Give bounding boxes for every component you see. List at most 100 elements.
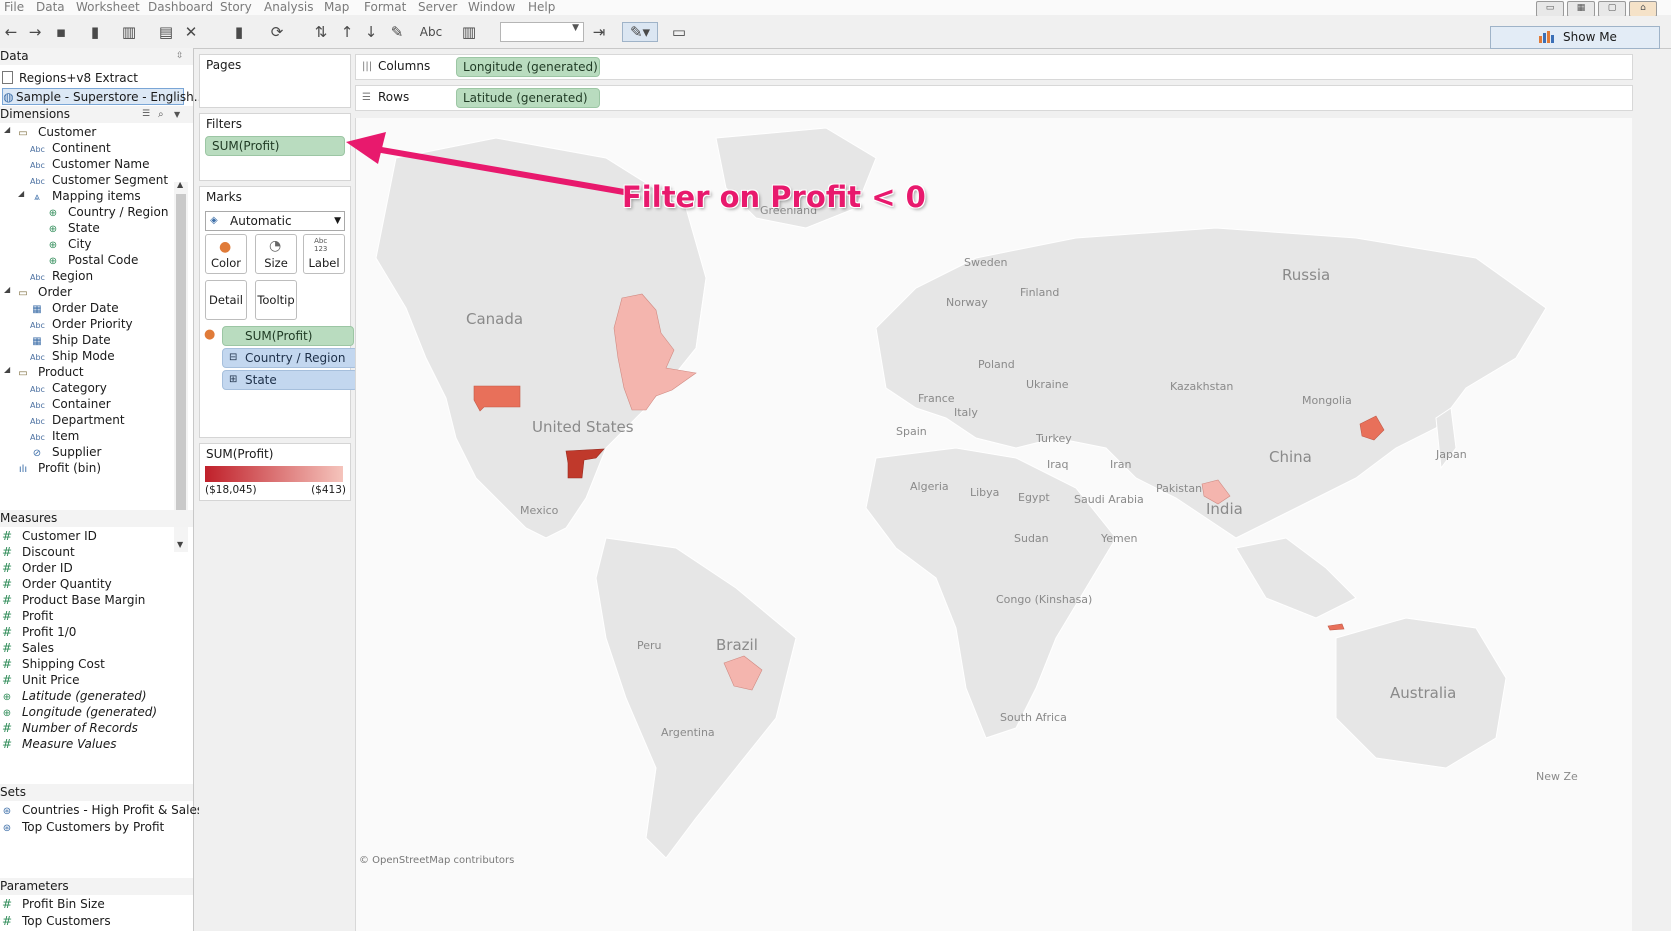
measure-field[interactable]: ⊕ Latitude (generated) [0, 688, 147, 705]
expand-triangle-icon[interactable]: ◢ [18, 189, 24, 198]
menu-data[interactable]: Data [36, 0, 65, 14]
dimension-field[interactable]: ılı Profit (bin) [16, 460, 101, 477]
columns-shelf[interactable]: ||| Columns Longitude (generated) [355, 54, 1633, 80]
dimension-field[interactable]: Abc Ship Mode [30, 348, 115, 365]
region-montana[interactable] [473, 385, 521, 412]
show-mark-labels-button[interactable]: Abc [416, 23, 446, 41]
measure-field[interactable]: # Shipping Cost [0, 656, 105, 673]
dimension-field[interactable]: Abc Department [30, 412, 125, 429]
menu-map[interactable]: Map [324, 0, 349, 14]
menu-dashboard[interactable]: Dashboard [148, 0, 213, 14]
search-icon[interactable]: ⌕ [158, 106, 164, 123]
dimension-field[interactable]: ⊕ Postal Code [46, 252, 139, 269]
dimension-field[interactable]: ▭ Customer [16, 124, 96, 141]
menu-analysis[interactable]: Analysis [264, 0, 313, 14]
datasource-regions-extract[interactable]: Regions+v8 Extract [2, 70, 138, 87]
menu-window[interactable]: Window [468, 0, 515, 14]
sheet-icon[interactable]: ▢ [1598, 1, 1626, 17]
refresh-icon[interactable]: ⟳ [266, 23, 288, 41]
filters-shelf[interactable]: Filters SUM(Profit) [199, 113, 351, 181]
chevron-down-icon[interactable]: ▼ [174, 106, 180, 123]
sort-descending-icon[interactable]: ↓ [360, 23, 382, 41]
chart-type-icon[interactable]: ▥ [458, 23, 480, 41]
dimension-field[interactable]: ⊕ City [46, 236, 92, 253]
mark-type-dropdown[interactable]: ◈ Automatic ▼ [205, 211, 345, 231]
dimension-field[interactable]: Abc Continent [30, 140, 111, 157]
dimension-field[interactable]: ⊕ Country / Region [46, 204, 169, 221]
color-button[interactable]: ● Color [205, 234, 247, 274]
param-profit-bin-size[interactable]: # Profit Bin Size [0, 896, 105, 913]
marks-pill-state[interactable]: ⊞ State [222, 370, 358, 390]
redo-icon[interactable]: → [24, 23, 46, 41]
measure-field[interactable]: # Profit 1/0 [0, 624, 76, 641]
dimension-field[interactable]: ▭ Order [16, 284, 72, 301]
menu-help[interactable]: Help [528, 0, 555, 14]
measure-field[interactable]: # Order ID [0, 560, 73, 577]
expand-triangle-icon[interactable]: ◢ [4, 285, 10, 294]
measure-field[interactable]: # Customer ID [0, 528, 97, 545]
sort-ascending-icon[interactable]: ↑ [336, 23, 358, 41]
new-sheet-icon[interactable]: ▥ [118, 23, 140, 41]
dimension-field[interactable]: Abc Container [30, 396, 111, 413]
marks-pill-sum-profit[interactable]: SUM(Profit) [222, 326, 354, 346]
menu-worksheet[interactable]: Worksheet [76, 0, 140, 14]
expand-icon[interactable]: ⊞ [229, 371, 237, 389]
grid-view-icon[interactable]: ▦ [1567, 1, 1595, 17]
save-icon[interactable]: ▪ [50, 23, 72, 41]
annotate-icon[interactable]: ✎▾ [622, 22, 658, 42]
menu-story[interactable]: Story [220, 0, 252, 14]
fix-axes-icon[interactable]: ⇥ [588, 23, 610, 41]
dimension-field[interactable]: Abc Category [30, 380, 107, 397]
swap-icon[interactable]: ⇅ [310, 23, 332, 41]
set-countries-high-profit[interactable]: ⊛ Countries - High Profit & Sales [0, 802, 203, 819]
dimensions-scrollbar[interactable]: ▲ ▼ [174, 180, 188, 552]
duplicate-sheet-icon[interactable]: ▤ [155, 23, 177, 41]
measure-field[interactable]: # Profit [0, 608, 53, 625]
color-legend[interactable]: SUM(Profit) ($18,045) ($413) [199, 443, 351, 501]
expand-triangle-icon[interactable]: ◢ [4, 125, 10, 134]
menu-server[interactable]: Server [418, 0, 457, 14]
pause-update-icon[interactable]: ▮ [228, 23, 250, 41]
scrollbar-thumb[interactable] [176, 194, 186, 524]
measure-field[interactable]: ⊕ Longitude (generated) [0, 704, 157, 721]
show-me-button[interactable]: Show Me [1490, 26, 1660, 49]
dimension-field[interactable]: Abc Customer Segment [30, 172, 168, 189]
marks-pill-country-region[interactable]: ⊟ Country / Region [222, 348, 358, 368]
measure-field[interactable]: # Sales [0, 640, 54, 657]
undo-icon[interactable]: ← [0, 23, 22, 41]
columns-pill-longitude[interactable]: Longitude (generated) [456, 57, 600, 77]
measure-field[interactable]: # Discount [0, 544, 75, 561]
dimension-field[interactable]: ⩓ Mapping items [30, 188, 141, 205]
presentation-icon[interactable]: ▭ [1536, 1, 1564, 17]
measure-field[interactable]: # Order Quantity [0, 576, 112, 593]
clear-sheet-icon[interactable]: ✕ [180, 23, 202, 41]
datasource-superstore[interactable]: ◍ Sample - Superstore - English... [2, 88, 205, 105]
label-button[interactable]: Abc 123 Label [303, 234, 345, 274]
dimension-field[interactable]: ⊘ Supplier [30, 444, 102, 461]
size-button[interactable]: ◔ Size [255, 234, 297, 274]
map-view[interactable]: Greenland Canada United States Mexico Brazil… [355, 118, 1632, 931]
measure-field[interactable]: # Unit Price [0, 672, 80, 689]
minimize-icon[interactable]: ⇳ [176, 48, 184, 65]
rows-shelf[interactable]: ☰ Rows Latitude (generated) [355, 85, 1633, 111]
dimension-field[interactable]: Abc Customer Name [30, 156, 150, 173]
present-icon[interactable]: ▭ [668, 23, 690, 41]
dimension-field[interactable]: ▦ Ship Date [30, 332, 110, 349]
highlight-icon[interactable]: ✎ [386, 23, 408, 41]
home-icon[interactable]: ⌂ [1629, 1, 1657, 17]
menu-format[interactable]: Format [364, 0, 406, 14]
dimension-field[interactable]: ▭ Product [16, 364, 83, 381]
datasource-icon[interactable]: ▮ [84, 23, 106, 41]
world-map[interactable]: GreenlandCanadaUnited StatesMexicoBrazil… [356, 118, 1632, 931]
dimension-field[interactable]: Abc Order Priority [30, 316, 133, 333]
pages-shelf[interactable]: Pages [199, 54, 351, 108]
measure-field[interactable]: # Measure Values [0, 736, 116, 753]
view-options-icon[interactable]: ☰ [142, 106, 150, 123]
dimension-field[interactable]: ⊕ State [46, 220, 100, 237]
dimension-field[interactable]: Abc Region [30, 268, 93, 285]
collapse-icon[interactable]: ⊟ [229, 349, 237, 367]
detail-button[interactable]: Detail [205, 280, 247, 320]
param-top-customers[interactable]: # Top Customers [0, 913, 111, 930]
measure-field[interactable]: # Product Base Margin [0, 592, 145, 609]
expand-triangle-icon[interactable]: ◢ [4, 365, 10, 374]
